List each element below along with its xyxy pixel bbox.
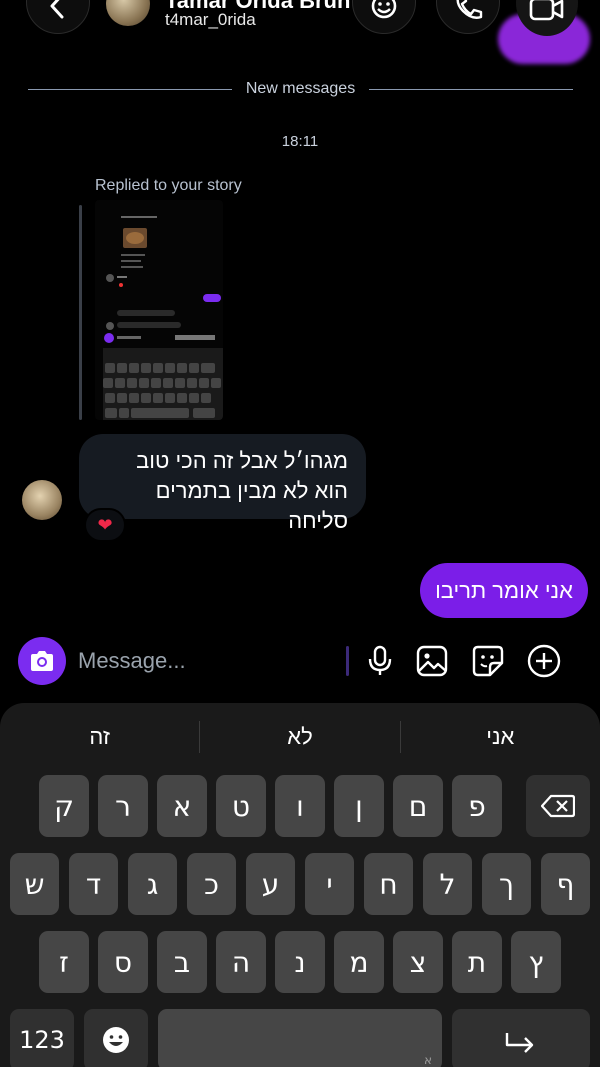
message-input[interactable] [78,644,338,678]
key[interactable]: ך [482,853,531,915]
message-timestamp: 18:11 [281,133,319,150]
keyboard: זה לא אני ק ר א ט ו ן ם פ ש ד ג כ ע י ח … [0,703,600,1067]
key[interactable]: א [157,775,207,837]
key[interactable]: מ [334,931,384,993]
microphone-icon [368,645,392,675]
contact-avatar[interactable] [106,0,150,26]
sent-message-text: אני אומר תריבו [435,577,573,603]
phone-icon [456,0,483,19]
gallery-button[interactable] [414,643,450,679]
divider-line [28,88,232,90]
suggestion-middle[interactable]: לא [200,724,399,750]
received-message-line: מגהו׳ל אבל זה הכי טוב [136,448,348,473]
emoji-effects-icon [371,0,397,19]
key[interactable]: ב [157,931,207,993]
text-cursor [346,646,349,676]
sender-avatar[interactable] [22,480,62,520]
backspace-key[interactable] [526,775,590,837]
plus-circle-icon [527,644,561,678]
key[interactable]: ז [39,931,89,993]
heart-reaction[interactable]: ❤ [84,508,126,542]
story-screenshot-image [95,200,223,420]
emoji-icon [103,1027,129,1053]
sticker-button[interactable] [470,643,506,679]
key[interactable]: ק [39,775,89,837]
voice-call-button[interactable] [436,0,500,34]
key[interactable]: ד [69,853,118,915]
return-icon [505,1033,534,1053]
space-language-hint: א [423,1053,432,1067]
suggestion-bar: זה לא אני [0,703,600,771]
key[interactable]: ר [98,775,148,837]
story-reply-label: Replied to your story [95,177,242,194]
camera-button[interactable] [18,637,66,685]
heart-icon: ❤ [97,514,113,535]
sticker-icon [472,645,504,677]
effects-button[interactable] [352,0,416,34]
suggestion-right[interactable]: אני [401,724,600,750]
key[interactable]: ג [128,853,177,915]
story-reply-bar [79,205,82,420]
emoji-key[interactable] [84,1009,148,1067]
key[interactable]: ל [423,853,472,915]
backspace-icon [541,794,575,818]
key[interactable]: ס [98,931,148,993]
key[interactable]: ה [216,931,266,993]
divider-line [369,88,573,90]
key[interactable]: ח [364,853,413,915]
key[interactable]: י [305,853,354,915]
key[interactable]: ץ [511,931,561,993]
story-thumbnail[interactable] [95,200,223,420]
camera-icon [31,651,53,671]
key[interactable]: צ [393,931,443,993]
space-key[interactable]: א [158,1009,442,1067]
back-button[interactable] [26,0,90,34]
key[interactable]: ף [541,853,590,915]
numbers-key[interactable]: 123 [10,1009,74,1067]
voice-message-button[interactable] [362,643,398,679]
key[interactable]: ן [334,775,384,837]
new-messages-divider: New messages [28,80,573,98]
divider-label: New messages [245,80,356,97]
received-message-line: הוא לא מבין בתמרים סליחה [155,478,348,533]
return-key[interactable] [452,1009,590,1067]
contact-username[interactable]: t4mar_0rida [165,10,256,30]
gallery-icon [416,645,448,677]
more-options-button[interactable] [526,643,562,679]
key[interactable]: ט [216,775,266,837]
key[interactable]: ת [452,931,502,993]
sent-message-bubble[interactable]: אני אומר תריבו [420,563,588,618]
chevron-left-icon [50,0,64,19]
key[interactable]: פ [452,775,502,837]
suggestion-left[interactable]: זה [0,724,199,750]
message-composer [0,630,600,692]
key[interactable]: ם [393,775,443,837]
key[interactable]: ו [275,775,325,837]
chat-header: Tamar Orida Brun t4mar_0rida [0,0,600,64]
video-icon [529,0,564,21]
key[interactable]: כ [187,853,236,915]
key[interactable]: ש [10,853,59,915]
key[interactable]: נ [275,931,325,993]
received-message-bubble[interactable]: מגהו׳ל אבל זה הכי טוב הוא לא מבין בתמרים… [79,434,366,533]
key[interactable]: ע [246,853,295,915]
